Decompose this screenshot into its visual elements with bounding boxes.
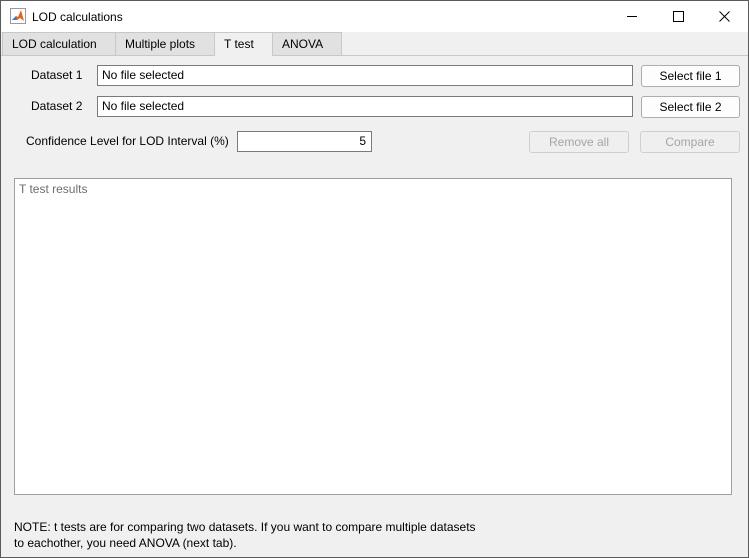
tab-bar: LOD calculation Multiple plots T test AN… xyxy=(1,32,748,56)
window-title: LOD calculations xyxy=(32,10,123,24)
tab-divider xyxy=(1,55,748,56)
results-placeholder: T test results xyxy=(19,182,88,196)
confidence-label: Confidence Level for LOD Interval (%) xyxy=(26,134,229,148)
maximize-icon xyxy=(673,11,684,22)
maximize-button[interactable] xyxy=(656,1,702,32)
dataset2-field[interactable]: No file selected xyxy=(97,96,633,117)
confidence-input[interactable]: 5 xyxy=(237,131,372,152)
note-text: NOTE: t tests are for comparing two data… xyxy=(14,519,476,551)
remove-all-button[interactable]: Remove all xyxy=(529,131,629,153)
close-button[interactable] xyxy=(702,1,748,32)
dataset1-field[interactable]: No file selected xyxy=(97,65,633,86)
note-line-2: to eachother, you need ANOVA (next tab). xyxy=(14,536,237,550)
tab-anova[interactable]: ANOVA xyxy=(272,32,342,55)
tab-t-test[interactable]: T test xyxy=(214,32,273,56)
tab-multiple-plots[interactable]: Multiple plots xyxy=(115,32,215,55)
t-test-results-area[interactable]: T test results xyxy=(14,178,732,495)
dataset1-label: Dataset 1 xyxy=(31,68,83,82)
note-line-1: NOTE: t tests are for comparing two data… xyxy=(14,520,476,534)
matlab-logo-icon xyxy=(10,8,26,24)
app-window: LOD calculations LOD calculation Multipl… xyxy=(0,0,749,558)
close-icon xyxy=(719,11,730,22)
tab-lod-calculation[interactable]: LOD calculation xyxy=(2,32,116,55)
compare-button[interactable]: Compare xyxy=(640,131,740,153)
title-bar: LOD calculations xyxy=(1,1,748,32)
select-file-1-button[interactable]: Select file 1 xyxy=(641,65,740,87)
minimize-button[interactable] xyxy=(610,1,656,32)
minimize-icon xyxy=(627,16,637,17)
dataset2-label: Dataset 2 xyxy=(31,99,83,113)
select-file-2-button[interactable]: Select file 2 xyxy=(641,96,740,118)
